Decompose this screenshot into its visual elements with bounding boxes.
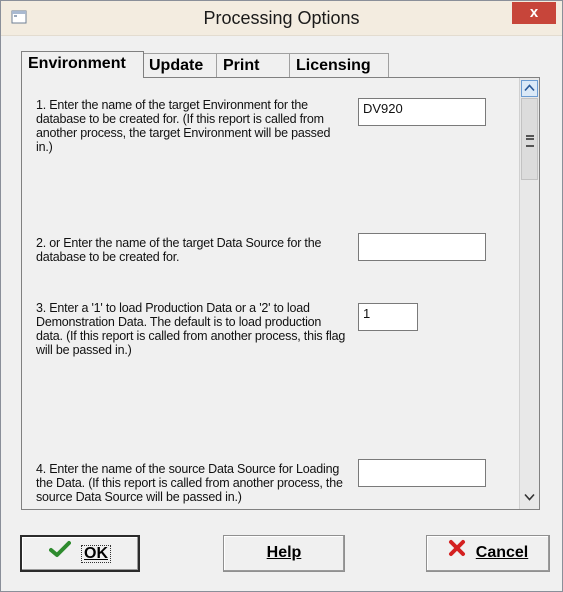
source-data-source-input[interactable] [358, 459, 486, 487]
tab-label: Licensing [296, 57, 371, 74]
option-4-label: 4. Enter the name of the source Data Sou… [36, 462, 343, 504]
cancel-label: Cancel [475, 544, 529, 561]
processing-options-dialog: Processing Options x Environment Update … [0, 0, 563, 592]
tab-label: Print [223, 57, 260, 74]
cancel-button[interactable]: Cancel [426, 535, 550, 572]
vertical-scrollbar[interactable] [519, 78, 539, 509]
tab-label: Update [149, 57, 204, 74]
tab-update[interactable]: Update [142, 53, 217, 77]
red-x-icon [448, 536, 466, 569]
target-data-source-input[interactable] [358, 233, 486, 261]
options-list: 1. Enter the name of the target Environm… [23, 79, 535, 508]
ok-button[interactable]: OK [20, 535, 140, 572]
checkmark-icon [49, 537, 71, 570]
environment-tab-panel: 1. Enter the name of the target Environm… [21, 77, 540, 510]
close-icon: x [529, 4, 539, 21]
tab-licensing[interactable]: Licensing [289, 53, 389, 77]
window-title: Processing Options [203, 8, 360, 28]
option-3-label: 3. Enter a '1' to load Production Data o… [36, 301, 346, 357]
chevron-up-icon [524, 84, 535, 92]
data-load-flag-input[interactable]: 1 [358, 303, 418, 331]
scroll-up-button[interactable] [521, 80, 538, 97]
thumb-grip-icon [526, 135, 534, 147]
chevron-down-icon [524, 493, 535, 501]
scroll-down-button[interactable] [521, 490, 538, 507]
title-bar[interactable]: Processing Options x [1, 1, 562, 36]
scroll-thumb[interactable] [521, 98, 538, 180]
help-label: Help [266, 544, 302, 561]
ok-label: OK [81, 545, 111, 563]
target-environment-input[interactable]: DV920 [358, 98, 486, 126]
option-2-label: 2. or Enter the name of the target Data … [36, 236, 322, 264]
option-1-label: 1. Enter the name of the target Environm… [36, 98, 331, 154]
tab-label: Environment [28, 55, 126, 72]
help-button[interactable]: Help [223, 535, 345, 572]
close-button[interactable]: x [512, 2, 556, 24]
tab-print[interactable]: Print [216, 53, 290, 77]
tab-environment[interactable]: Environment [21, 51, 144, 78]
